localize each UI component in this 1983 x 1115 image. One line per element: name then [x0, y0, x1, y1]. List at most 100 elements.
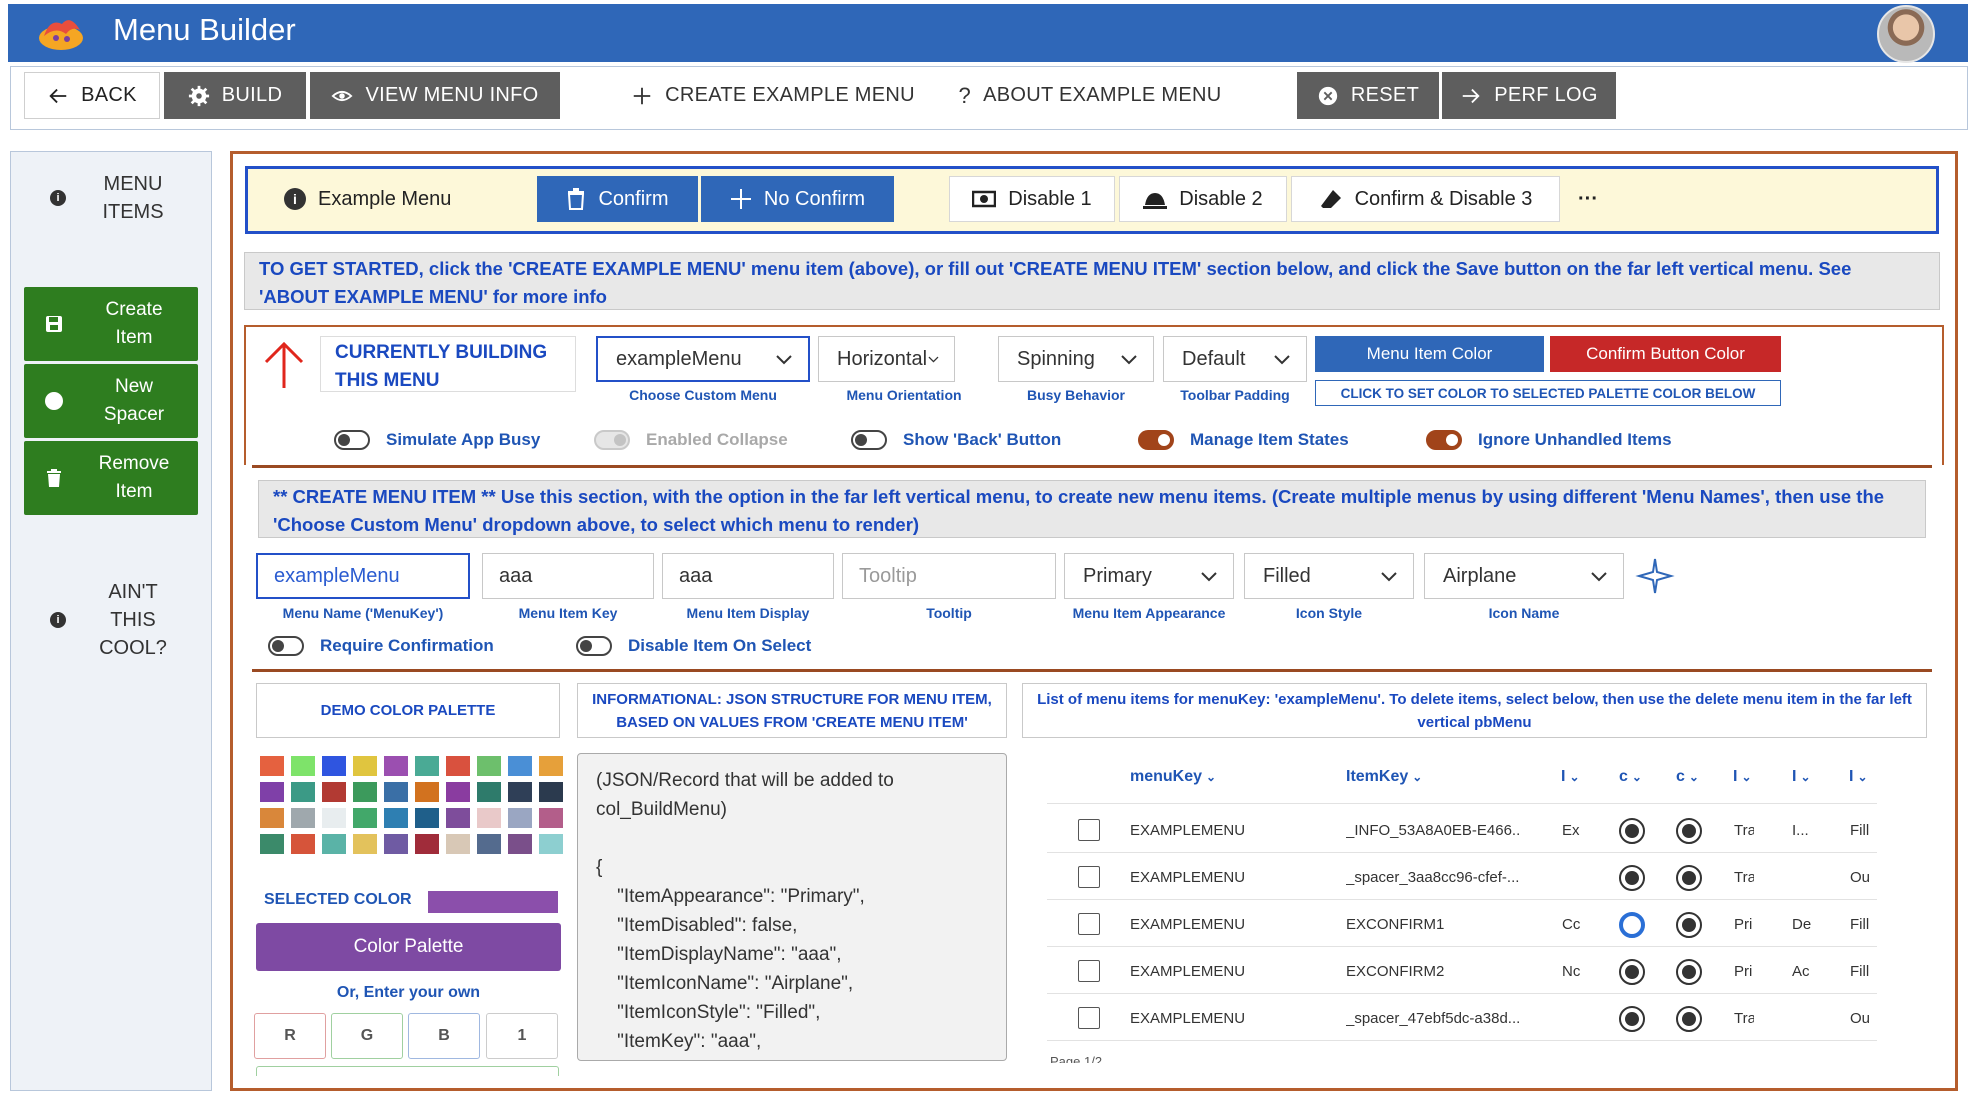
remove-item-button[interactable]: Remove Item — [24, 441, 198, 515]
reset-button[interactable]: RESET — [1297, 72, 1439, 119]
palette-swatch[interactable] — [415, 756, 439, 776]
disable1-menu-button[interactable]: Disable 1 — [949, 176, 1115, 222]
create-item-button[interactable]: Create Item — [24, 287, 198, 361]
busy-behavior-dropdown[interactable]: Spinning — [998, 336, 1154, 382]
simulate-busy-toggle[interactable]: Simulate App Busy — [334, 430, 540, 450]
toggle-switch[interactable] — [1138, 430, 1174, 450]
palette-swatch[interactable] — [508, 782, 532, 802]
palette-swatch[interactable] — [322, 808, 346, 828]
sidebar-menu-items[interactable]: i MENU ITEMS — [50, 170, 200, 226]
no-confirm-menu-button[interactable]: No Confirm — [701, 176, 894, 222]
row-checkbox[interactable] — [1078, 960, 1100, 982]
custom-menu-dropdown[interactable]: exampleMenu — [596, 336, 810, 382]
row-radio-button[interactable] — [1676, 865, 1702, 891]
palette-swatch[interactable] — [446, 782, 470, 802]
palette-swatch[interactable] — [508, 834, 532, 854]
header-col5[interactable]: c ⌄ — [1676, 768, 1699, 786]
palette-swatch[interactable] — [539, 782, 563, 802]
palette-swatch[interactable] — [477, 782, 501, 802]
palette-swatch[interactable] — [384, 756, 408, 776]
palette-swatch[interactable] — [353, 756, 377, 776]
confirm-disable3-menu-button[interactable]: Confirm & Disable 3 — [1291, 176, 1560, 222]
palette-swatch[interactable] — [539, 834, 563, 854]
palette-swatch[interactable] — [415, 808, 439, 828]
palette-swatch[interactable] — [260, 808, 284, 828]
palette-swatch[interactable] — [508, 808, 532, 828]
green-input[interactable]: G — [331, 1013, 403, 1059]
palette-swatch[interactable] — [446, 808, 470, 828]
palette-swatch[interactable] — [539, 808, 563, 828]
confirm-button-color-button[interactable]: Confirm Button Color — [1550, 336, 1781, 372]
palette-swatch[interactable] — [446, 756, 470, 776]
row-radio-button[interactable] — [1676, 818, 1702, 844]
toggle-switch[interactable] — [594, 430, 630, 450]
perf-log-button[interactable]: PERF LOG — [1442, 72, 1616, 119]
menu-item-color-button[interactable]: Menu Item Color — [1315, 336, 1544, 372]
row-radio-button[interactable] — [1619, 818, 1645, 844]
row-radio-button[interactable] — [1619, 1006, 1645, 1032]
show-back-toggle[interactable]: Show 'Back' Button — [851, 430, 1061, 450]
palette-swatch[interactable] — [260, 756, 284, 776]
palette-swatch[interactable] — [384, 782, 408, 802]
palette-swatch[interactable] — [322, 834, 346, 854]
palette-swatch[interactable] — [477, 834, 501, 854]
menu-item-key-input[interactable]: aaa — [482, 553, 654, 599]
view-menu-info-button[interactable]: VIEW MENU INFO — [310, 72, 560, 119]
toggle-switch[interactable] — [576, 636, 612, 656]
row-checkbox[interactable] — [1078, 819, 1100, 841]
icon-style-dropdown[interactable]: Filled — [1244, 553, 1414, 599]
row-radio-button[interactable] — [1619, 865, 1645, 891]
row-radio-button[interactable] — [1676, 1006, 1702, 1032]
palette-swatch[interactable] — [477, 756, 501, 776]
about-example-menu-button[interactable]: ? ABOUT EXAMPLE MENU — [950, 72, 1230, 119]
row-radio-button[interactable] — [1676, 912, 1702, 938]
new-spacer-button[interactable]: New Spacer — [24, 364, 198, 438]
menu-item-display-input[interactable]: aaa — [662, 553, 834, 599]
more-menu-button[interactable]: ··· — [1572, 176, 1604, 222]
header-col7[interactable]: I ⌄ — [1792, 768, 1811, 786]
palette-swatch[interactable] — [291, 782, 315, 802]
header-col3[interactable]: I ⌄ — [1561, 768, 1580, 786]
palette-swatch[interactable] — [291, 834, 315, 854]
tooltip-input[interactable]: Tooltip — [842, 553, 1056, 599]
toggle-switch[interactable] — [334, 430, 370, 450]
example-menu-item[interactable]: i Example Menu — [284, 176, 484, 222]
palette-swatch[interactable] — [353, 834, 377, 854]
header-col8[interactable]: I ⌄ — [1849, 768, 1868, 786]
palette-swatch[interactable] — [291, 756, 315, 776]
require-confirmation-toggle[interactable]: Require Confirmation — [268, 636, 494, 656]
palette-swatch[interactable] — [260, 782, 284, 802]
create-example-menu-button[interactable]: CREATE EXAMPLE MENU — [628, 72, 918, 119]
color-palette-button[interactable]: Color Palette — [256, 923, 561, 971]
palette-swatch[interactable] — [539, 756, 563, 776]
row-radio-button[interactable] — [1619, 959, 1645, 985]
blue-input[interactable]: B — [408, 1013, 480, 1059]
alpha-input[interactable]: 1 — [486, 1013, 558, 1059]
header-col6[interactable]: I ⌄ — [1733, 768, 1752, 786]
palette-swatch[interactable] — [415, 782, 439, 802]
disable-on-select-toggle[interactable]: Disable Item On Select — [576, 636, 811, 656]
row-checkbox[interactable] — [1078, 1007, 1100, 1029]
toggle-switch[interactable] — [851, 430, 887, 450]
header-menukey[interactable]: menuKey ⌄ — [1130, 768, 1216, 786]
toggle-switch[interactable] — [1426, 430, 1462, 450]
orientation-dropdown[interactable]: Horizontal — [818, 336, 955, 382]
palette-swatch[interactable] — [322, 756, 346, 776]
red-input[interactable]: R — [254, 1013, 326, 1059]
ignore-unhandled-toggle[interactable]: Ignore Unhandled Items — [1426, 430, 1672, 450]
toggle-switch[interactable] — [268, 636, 304, 656]
sidebar-aint-this-cool[interactable]: i AIN'T THIS COOL? — [50, 578, 200, 662]
palette-swatch[interactable] — [477, 808, 501, 828]
row-checkbox[interactable] — [1078, 913, 1100, 935]
palette-swatch[interactable] — [291, 808, 315, 828]
palette-swatch[interactable] — [446, 834, 470, 854]
palette-swatch[interactable] — [384, 834, 408, 854]
palette-swatch[interactable] — [508, 756, 532, 776]
user-avatar[interactable] — [1877, 5, 1935, 63]
build-button[interactable]: BUILD — [164, 72, 306, 119]
menu-name-input[interactable]: exampleMenu — [256, 553, 470, 599]
header-itemkey[interactable]: ItemKey ⌄ — [1346, 768, 1422, 786]
manage-states-toggle[interactable]: Manage Item States — [1138, 430, 1349, 450]
row-checkbox[interactable] — [1078, 866, 1100, 888]
palette-swatch[interactable] — [322, 782, 346, 802]
